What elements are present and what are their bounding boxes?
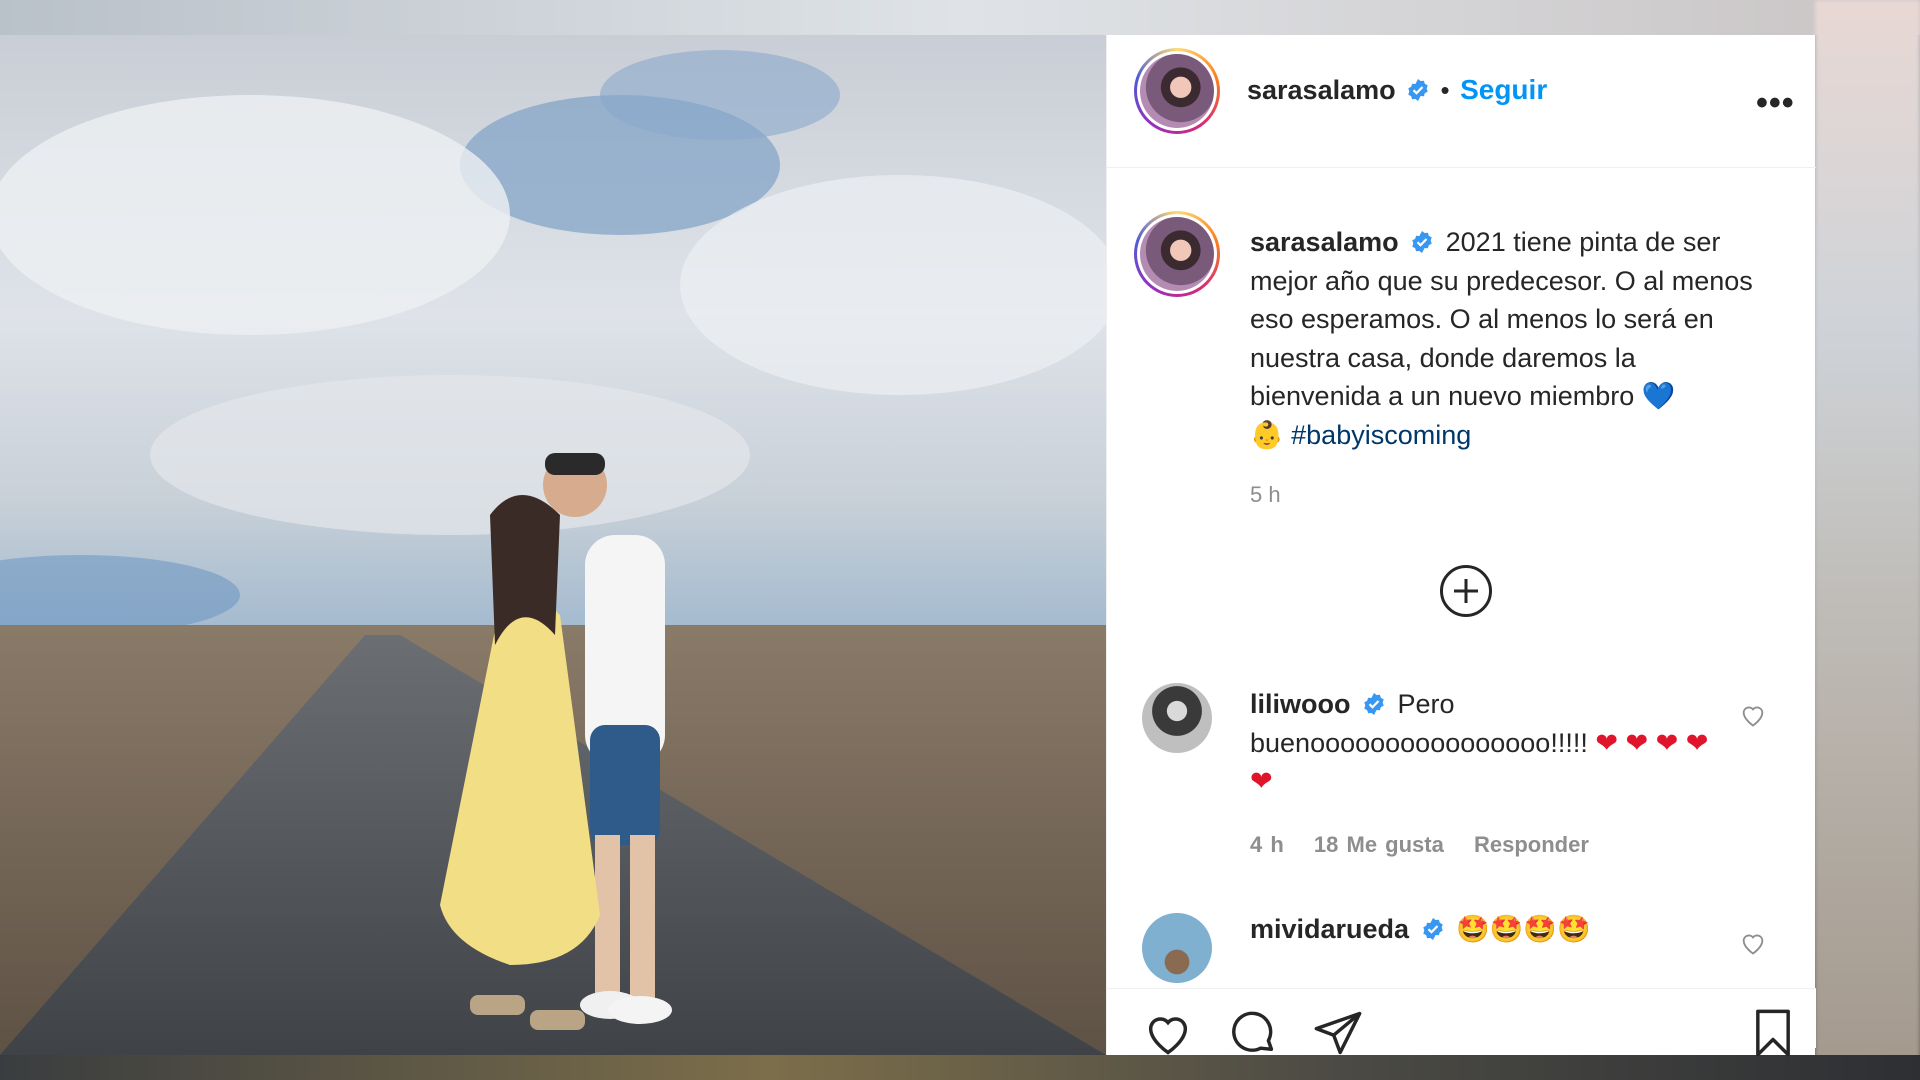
comment-avatar[interactable] — [1142, 913, 1212, 983]
share-icon[interactable] — [1312, 1007, 1364, 1059]
verified-badge-icon — [1412, 231, 1432, 253]
hashtag-link[interactable]: #babyiscoming — [1291, 420, 1471, 450]
star-eyes-emoji: 🤩🤩🤩🤩 — [1456, 914, 1591, 944]
caption-username[interactable]: sarasalamo — [1250, 227, 1399, 257]
background-bottom-strip — [0, 1055, 1920, 1080]
post-photo — [0, 35, 1106, 1055]
comment-body: mividarueda 🤩🤩🤩🤩 — [1250, 910, 1720, 949]
comment-meta: 4 h 18 Me gusta Responder — [1250, 832, 1611, 858]
instagram-post: sarasalamo • Seguir ••• sarasalamo 2021 … — [0, 35, 1816, 1057]
blue-heart-emoji: 💙 — [1641, 381, 1676, 411]
author-username[interactable]: sarasalamo — [1247, 75, 1396, 105]
comment-username[interactable]: liliwooo — [1250, 689, 1351, 719]
comment-body: liliwooo Pero buenoooooooooooooooo!!!!! … — [1250, 685, 1720, 801]
comment-like-heart-icon[interactable] — [1739, 701, 1767, 729]
caption-avatar[interactable] — [1134, 211, 1220, 297]
background-right-strip — [1815, 0, 1920, 1080]
background-top-strip — [0, 0, 1920, 35]
post-side-panel: sarasalamo • Seguir ••• sarasalamo 2021 … — [1106, 35, 1816, 1057]
follow-button[interactable]: Seguir — [1460, 74, 1547, 105]
comment-time: 4 h — [1250, 832, 1284, 857]
photo-illustration — [0, 35, 1106, 1055]
verified-badge-icon — [1364, 693, 1384, 715]
bookmark-icon[interactable] — [1747, 1007, 1799, 1059]
author-avatar[interactable] — [1134, 48, 1220, 134]
action-bar — [1107, 988, 1816, 1057]
verified-badge-icon — [1408, 79, 1428, 101]
comment-like-heart-icon[interactable] — [1739, 929, 1767, 957]
plus-circle-icon[interactable] — [1440, 565, 1492, 617]
comment-username[interactable]: mividarueda — [1250, 914, 1409, 944]
separator-dot: • — [1440, 75, 1450, 105]
comment-likes[interactable]: 18 Me gusta — [1314, 832, 1444, 857]
comment-avatar[interactable] — [1142, 683, 1212, 753]
more-icon[interactable]: ••• — [1756, 86, 1795, 120]
baby-emoji: 👶 — [1250, 419, 1284, 450]
post-header: sarasalamo • Seguir ••• — [1107, 35, 1816, 168]
verified-badge-icon — [1422, 918, 1443, 940]
comment-icon[interactable] — [1227, 1007, 1279, 1059]
post-caption: sarasalamo 2021 tiene pinta de ser mejor… — [1250, 223, 1770, 454]
like-heart-icon[interactable] — [1142, 1007, 1194, 1059]
reply-button[interactable]: Responder — [1474, 832, 1589, 857]
header-user-row: sarasalamo • Seguir — [1247, 74, 1547, 106]
post-time: 5 h — [1250, 482, 1281, 507]
